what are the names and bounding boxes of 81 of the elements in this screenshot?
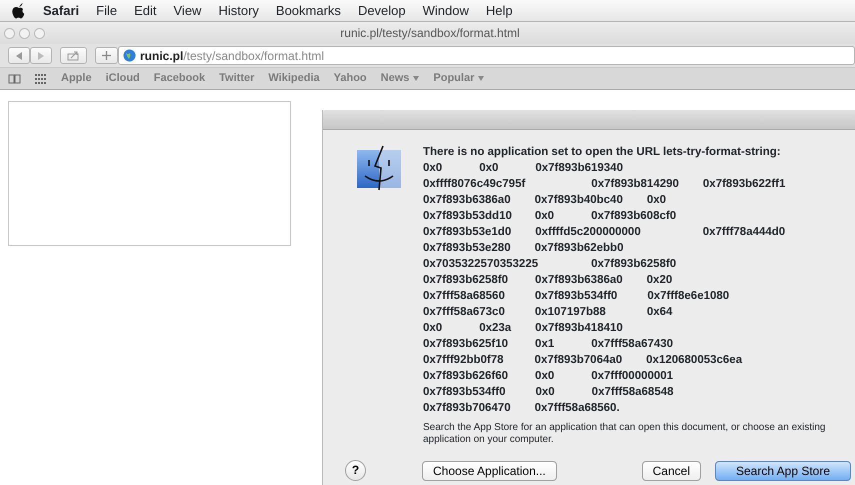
hex-value: 0x7f893b625f10 (423, 337, 508, 352)
menu-item[interactable]: Help (486, 0, 513, 20)
minimize-button[interactable] (19, 28, 30, 38)
menu-item[interactable]: Edit (134, 0, 156, 20)
menu-item[interactable]: File (96, 0, 118, 20)
hex-value: 0x7fff58a673c0 (423, 305, 505, 320)
hex-value: 0x7fff58a67430 (591, 337, 674, 352)
address-field[interactable]: runic.pl/testy/sandbox/format.html (118, 46, 855, 65)
dialog-message-heading: There is no application set to open the URL lets-try-format-string: (423, 145, 782, 160)
globe-icon (123, 49, 136, 62)
caret-icon (413, 76, 420, 81)
dialog-button[interactable]: Choose Application... (422, 460, 557, 480)
menu-item[interactable]: Safari (43, 0, 80, 20)
hex-value: 0x7f893b608cf0 (591, 209, 676, 224)
hex-value: 0x7035322570353225 (423, 257, 538, 272)
hex-value: 0x64 (646, 305, 672, 320)
back-button[interactable] (8, 47, 30, 64)
hex-value: 0xffff8076c49c795f (423, 177, 526, 192)
hex-value: 0x23a (479, 321, 512, 336)
hex-value: 0x7fff92bb0f78 (423, 353, 504, 368)
hex-value: 0x7f893b53dd10 (423, 209, 512, 224)
hex-value: 0x7f893b6258f0 (423, 273, 508, 288)
menu-item[interactable]: Bookmarks (276, 0, 341, 20)
forward-button[interactable] (30, 47, 52, 64)
hex-value: 0x7fff58a68560 (423, 289, 505, 304)
menu-item[interactable]: Window (422, 0, 469, 20)
hex-value: 0x7f893b7064a0 (534, 353, 622, 368)
hex-value: 0x7fff8e6e1080 (647, 289, 730, 304)
hex-value: 0x7f893b706470 (423, 401, 511, 416)
default-button[interactable]: Search App Store (715, 460, 851, 480)
hex-value: 0x7f893b6258f0 (591, 257, 676, 272)
share-button[interactable] (60, 47, 87, 64)
dialog-button[interactable]: Cancel (642, 460, 701, 480)
menu-item[interactable]: Develop (358, 0, 406, 20)
plus-icon (102, 51, 111, 60)
hex-value: 0x7f893b6386a0 (535, 273, 623, 288)
book-icon[interactable] (8, 74, 21, 84)
hex-value: 0x7fff58a68560. (534, 401, 620, 416)
grid-icon[interactable] (35, 74, 47, 84)
hex-value: 0x7fff58a68548 (592, 385, 674, 400)
zoom-button[interactable] (34, 28, 45, 38)
menu-item[interactable]: View (174, 0, 202, 20)
hex-value: 0x7f893b62ebb0 (534, 241, 624, 256)
back-arrow-icon (15, 52, 23, 60)
hex-value: 0x1 (535, 337, 554, 352)
hex-value: 0x7f893b40bc40 (534, 193, 623, 208)
forward-arrow-icon (37, 52, 45, 60)
hex-value: 0x7f893b626f60 (423, 369, 508, 384)
finder-face-icon (355, 144, 403, 192)
hex-value: 0x7f893b53e1d0 (423, 225, 512, 240)
hex-value: 0x20 (646, 273, 672, 288)
hex-value: 0x0 (423, 161, 442, 176)
menu-item[interactable]: History (218, 0, 259, 20)
hex-value: 0x0 (535, 369, 554, 384)
hex-value: 0x7f893b814290 (591, 177, 679, 192)
hex-value: 0x0 (646, 193, 666, 208)
share-icon (67, 50, 80, 60)
caret-icon (478, 76, 484, 81)
dialog-info-text: Search the App Store for an application that can open this document, or choose an existing application on your computer. (423, 422, 826, 446)
hex-value: 0x0 (423, 321, 442, 336)
hex-value: 0x7fff78a444d0 (702, 225, 786, 240)
hex-value: 0x7f893b6386a0 (423, 193, 511, 208)
hex-value: 0x120680053c6ea (646, 353, 742, 368)
hex-value: 0x7fff00000001 (591, 369, 674, 384)
close-button[interactable] (4, 28, 15, 38)
hex-value: 0xffffd5c200000000 (535, 225, 641, 240)
apple-logo-icon[interactable] (12, 2, 26, 18)
hex-value: 0x0 (534, 209, 554, 224)
hex-value: 0x7f893b418410 (535, 321, 623, 336)
hex-value: 0x7f893b53e280 (423, 241, 511, 256)
hex-value: 0x7f893b622ff1 (702, 177, 786, 192)
hex-value: 0x7f893b619340 (535, 161, 623, 176)
help-button[interactable]: ? (345, 460, 366, 481)
window-title: runic.pl/testy/sandbox/format.html (340, 26, 520, 40)
hex-value: 0x0 (479, 161, 498, 176)
add-button[interactable] (95, 47, 118, 64)
hex-value: 0x0 (535, 385, 555, 400)
hex-value: 0x7f893b534ff0 (534, 289, 618, 304)
text-area[interactable] (8, 101, 291, 246)
hex-value: 0x107197b88 (534, 305, 606, 320)
hex-value: 0x7f893b534ff0 (423, 385, 506, 400)
